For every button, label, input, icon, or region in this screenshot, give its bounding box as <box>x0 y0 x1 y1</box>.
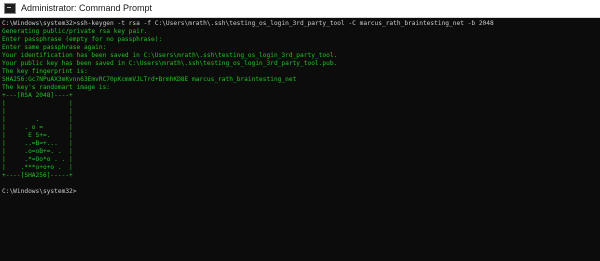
command-prompt-icon <box>4 3 16 14</box>
console-line: C:\Windows\system32>ssh-keygen -t rsa -f… <box>2 20 494 27</box>
randomart-line: | .***o+o+o . | <box>2 164 73 171</box>
console-line: The key fingerprint is: <box>2 68 88 75</box>
title-bar[interactable]: Administrator: Command Prompt <box>0 0 600 18</box>
console-line: Enter passphrase (empty for no passphras… <box>2 36 163 43</box>
randomart-line: | ..=B=+... | <box>2 140 73 147</box>
console-output[interactable]: C:\Windows\system32>ssh-keygen -t rsa -f… <box>2 20 598 258</box>
console-line: SHA256:Gc7NPuAX3mKvnn63EmvRC70pKcmmVJLTr… <box>2 76 297 83</box>
console-line: Generating public/private rsa key pair. <box>2 28 148 35</box>
command-prompt-window: Administrator: Command Prompt C:\Windows… <box>0 0 600 261</box>
console-line: Enter same passphrase again: <box>2 44 107 51</box>
randomart-line: | | <box>2 108 73 115</box>
randomart-line: +---[RSA 2048]----+ <box>2 92 73 99</box>
randomart-line: | | <box>2 100 73 107</box>
console-line: Your public key has been saved in C:\Use… <box>2 60 338 67</box>
randomart-line: | .*=Oo*o . . | <box>2 156 73 163</box>
randomart-line: | . o = | <box>2 124 73 131</box>
command-prompt-line[interactable]: C:\Windows\system32> <box>2 188 598 196</box>
randomart-line: | . | <box>2 116 73 123</box>
console-line: Your identification has been saved in C:… <box>2 52 338 59</box>
randomart-line: | .o=oB+=. . | <box>2 148 73 155</box>
window-title: Administrator: Command Prompt <box>21 3 153 13</box>
randomart-line: +----[SHA256]-----+ <box>2 172 73 179</box>
console-line: The key's randomart image is: <box>2 84 111 91</box>
randomart-line: | E S+=. | <box>2 132 73 139</box>
